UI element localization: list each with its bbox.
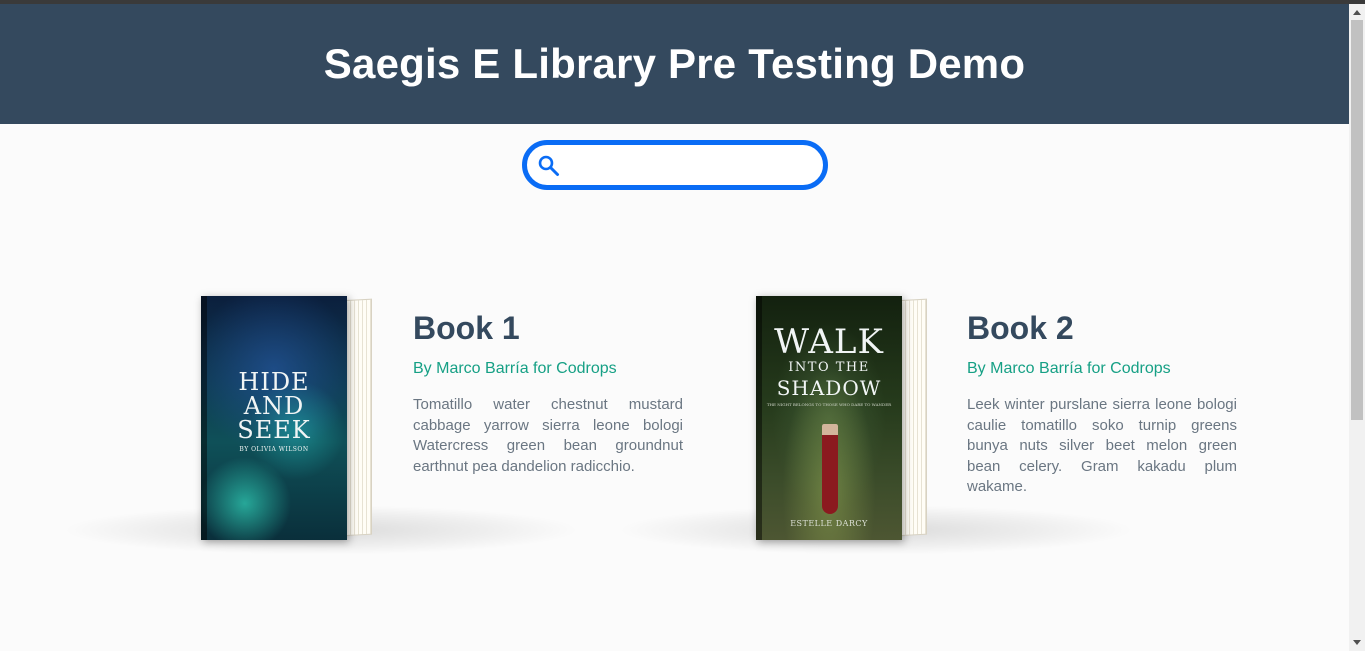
cover-subtitle: INTO THE	[788, 360, 870, 375]
book-description: Leek winter purslane sierra leone bologi…	[967, 396, 1237, 495]
book-info-2: Book 2 By Marco Barría for Codrops Leek …	[967, 310, 1237, 498]
cover-title: HIDE AND SEEK	[237, 368, 311, 444]
cover-author: ESTELLE DARCY	[790, 519, 868, 528]
book-pages-edge	[901, 298, 927, 536]
cover-tagline: THE NIGHT BELONGS TO THOSE WHO DARE TO W…	[766, 402, 892, 407]
book-title[interactable]: Book 1	[413, 310, 683, 347]
scroll-up-icon[interactable]	[1353, 10, 1361, 15]
search-box[interactable]	[522, 140, 828, 190]
book-title[interactable]: Book 2	[967, 310, 1237, 347]
search-input[interactable]	[569, 151, 813, 181]
vertical-scrollbar[interactable]	[1349, 4, 1365, 651]
page-title: Saegis E Library Pre Testing Demo	[323, 40, 1026, 87]
scrollbar-thumb[interactable]	[1351, 20, 1363, 420]
book-pages-edge	[346, 298, 372, 536]
book-byline[interactable]: By Marco Barría for Codrops	[413, 360, 683, 378]
cover-figure	[822, 424, 838, 514]
book-info-1: Book 1 By Marco Barría for Codrops Tomat…	[413, 310, 683, 477]
book-cover-image[interactable]: WALK INTO THE SHADOW THE NIGHT BELONGS T…	[756, 296, 902, 540]
scroll-down-icon[interactable]	[1353, 640, 1361, 645]
book-byline[interactable]: By Marco Barría for Codrops	[967, 360, 1237, 378]
book-description: Tomatillo water chestnut mustard cabbage…	[413, 396, 683, 475]
cover-title: WALK	[774, 322, 884, 362]
cover-title-2: SHADOW	[776, 376, 882, 400]
book-cover-image[interactable]: HIDE AND SEEK BY OLIVIA WILSON	[201, 296, 347, 540]
cover-author: BY OLIVIA WILSON	[239, 446, 309, 453]
search-icon[interactable]	[537, 154, 561, 178]
page-header: Saegis E Library Pre Testing Demo	[0, 4, 1349, 124]
